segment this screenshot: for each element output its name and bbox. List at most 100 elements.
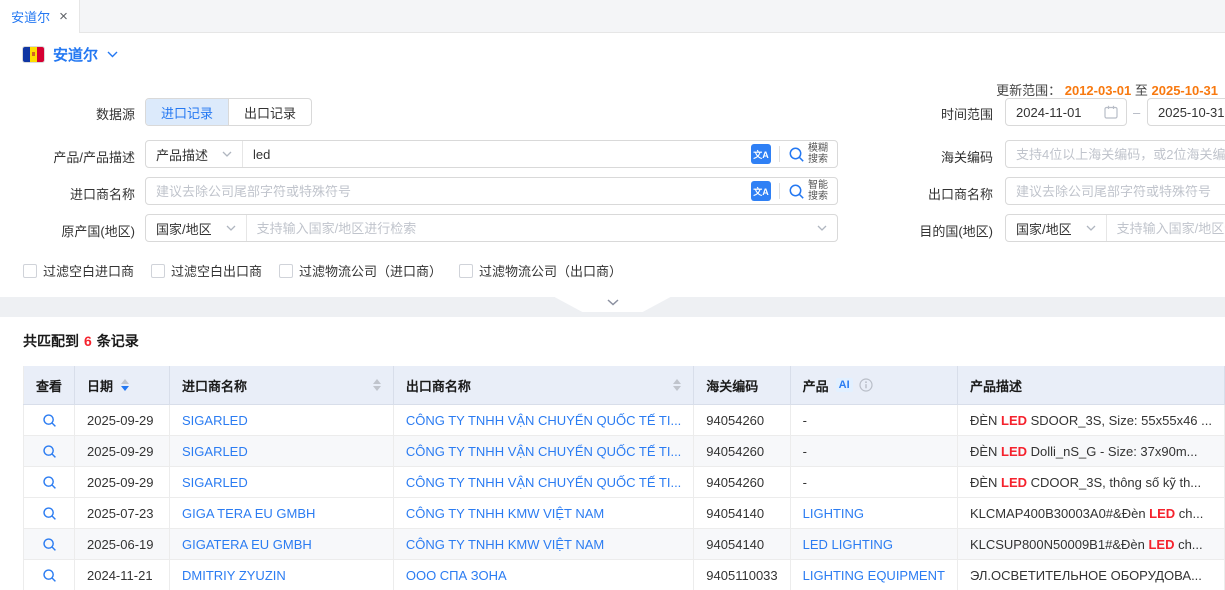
view-record-button[interactable] [42, 475, 57, 490]
cell-date: 2025-06-19 [75, 529, 170, 560]
checkbox-label: 过滤物流公司（出口商） [479, 261, 622, 280]
checkbox-icon[interactable] [151, 264, 165, 278]
import-records-tab[interactable]: 进口记录 [146, 99, 228, 125]
exporter-input[interactable] [1006, 184, 1225, 199]
cell-date: 2025-09-29 [75, 467, 170, 498]
cell-description: KLCMAP400B30003A0#&Đèn LED ch... [957, 498, 1224, 529]
destination-country-input[interactable] [1107, 221, 1225, 236]
importer-link[interactable]: SIGARLED [182, 413, 248, 428]
exporter-link[interactable]: CÔNG TY TNHH VẬN CHUYỂN QUỐC TẾ TI... [406, 475, 681, 490]
importer-link[interactable]: GIGATERA EU GMBH [182, 537, 312, 552]
collapse-panel-button[interactable] [555, 297, 671, 312]
exporter-link[interactable]: CÔNG TY TNHH VẬN CHUYỂN QUỐC TẾ TI... [406, 444, 681, 459]
fuzzy-search-button[interactable]: 模糊搜索 [788, 143, 828, 165]
update-range-sep: 至 [1135, 83, 1148, 98]
col-hs-code: 海关编码 [694, 366, 790, 405]
hs-code-input[interactable] [1006, 147, 1225, 162]
product-type-select[interactable]: 产品描述 [146, 141, 243, 167]
cell-description: ĐÈN LED SDOOR_3S, Size: 55x55x46 ... [957, 405, 1224, 436]
summary-prefix: 共匹配到 [23, 333, 79, 349]
view-record-button[interactable] [42, 413, 57, 428]
importer-input[interactable] [146, 184, 742, 199]
date-range-separator: – [1133, 105, 1140, 120]
checkbox-filter-blank-importer[interactable]: 过滤空白进口商 [23, 261, 134, 280]
view-record-button[interactable] [42, 537, 57, 552]
checkbox-icon[interactable] [459, 264, 473, 278]
checkbox-icon[interactable] [23, 264, 37, 278]
exporter-field[interactable] [1005, 177, 1225, 205]
close-icon[interactable]: × [59, 9, 68, 24]
exporter-link[interactable]: CÔNG TY TNHH KMW VIỆT NAM [406, 537, 604, 552]
tab-andorra[interactable]: 安道尔 × [0, 0, 80, 33]
cell-date: 2025-09-29 [75, 436, 170, 467]
exporter-label: 出口商名称 [858, 184, 993, 203]
date-from-input[interactable] [1006, 105, 1104, 120]
cell-product: - [790, 405, 957, 436]
exporter-link[interactable]: CÔNG TY TNHH KMW VIỆT NAM [406, 506, 604, 521]
info-icon[interactable] [859, 378, 873, 392]
cell-description: ĐÈN LED CDOOR_3S, thông số kỹ th... [957, 467, 1224, 498]
col-exporter[interactable]: 出口商名称 [393, 366, 693, 405]
sort-icon-exporter[interactable] [673, 379, 681, 391]
product-link[interactable]: LIGHTING [803, 506, 864, 521]
view-record-button[interactable] [42, 444, 57, 459]
sort-icon-importer[interactable] [373, 379, 381, 391]
destination-country-label: 目的国(地区) [858, 221, 993, 240]
exporter-link[interactable]: ООО СПА ЗОНА [406, 568, 507, 583]
search-icon [42, 537, 57, 552]
chevron-down-icon[interactable] [817, 225, 827, 231]
cell-product: - [790, 467, 957, 498]
date-to-field[interactable] [1147, 98, 1225, 126]
chevron-down-icon [222, 151, 232, 157]
origin-country-label: 原产国(地区) [0, 221, 135, 240]
col-date[interactable]: 日期 [75, 366, 170, 405]
cell-date: 2025-09-29 [75, 405, 170, 436]
origin-type-select[interactable]: 国家/地区 [146, 215, 247, 241]
cell-product: - [790, 436, 957, 467]
product-link[interactable]: LED LIGHTING [803, 537, 893, 552]
view-record-button[interactable] [42, 568, 57, 583]
importer-link[interactable]: SIGARLED [182, 444, 248, 459]
summary-suffix: 条记录 [97, 333, 139, 349]
cell-hs-code: 94054260 [694, 467, 790, 498]
cell-description: ĐÈN LED Dolli_nS_G - Size: 37x90m... [957, 436, 1224, 467]
importer-link[interactable]: SIGARLED [182, 475, 248, 490]
smart-search-button[interactable]: 智能搜索 [788, 180, 828, 202]
data-source-label: 数据源 [0, 104, 135, 123]
chevron-down-icon [1086, 225, 1096, 231]
product-link[interactable]: LIGHTING EQUIPMENT [803, 568, 945, 583]
checkbox-icon[interactable] [279, 264, 293, 278]
product-type-value: 产品描述 [156, 145, 208, 164]
search-icon [42, 506, 57, 521]
col-importer[interactable]: 进口商名称 [170, 366, 394, 405]
sort-icon-date[interactable] [121, 379, 129, 391]
checkbox-filter-blank-exporter[interactable]: 过滤空白出口商 [151, 261, 262, 280]
update-range: 更新范围： 2012-03-01 至 2025-10-31 [996, 80, 1218, 99]
search-icon [42, 413, 57, 428]
destination-type-select[interactable]: 国家/地区 [1006, 215, 1107, 241]
translate-icon[interactable]: 文A [751, 144, 771, 164]
match-count: 6 [84, 333, 92, 349]
search-icon [42, 475, 57, 490]
table-row: 2025-07-23 GIGA TERA EU GMBH CÔNG TY TNH… [24, 498, 1225, 529]
ai-badge: AI [836, 378, 853, 392]
view-record-button[interactable] [42, 506, 57, 521]
search-icon [788, 146, 805, 163]
translate-icon[interactable]: 文A [751, 181, 771, 201]
hs-code-field[interactable] [1005, 140, 1225, 168]
exporter-link[interactable]: CÔNG TY TNHH VẬN CHUYỂN QUỐC TẾ TI... [406, 413, 681, 428]
importer-label: 进口商名称 [0, 184, 135, 203]
table-row: 2024-11-21 DMITRIY ZYUZIN ООО СПА ЗОНА 9… [24, 560, 1225, 590]
date-from-field[interactable] [1005, 98, 1127, 126]
importer-link[interactable]: DMITRIY ZYUZIN [182, 568, 286, 583]
checkbox-filter-logistics-exporter[interactable]: 过滤物流公司（出口商） [459, 261, 622, 280]
origin-country-input[interactable] [247, 221, 817, 236]
product-search-input[interactable] [243, 147, 742, 162]
cell-hs-code: 94054140 [694, 529, 790, 560]
checkbox-filter-logistics-importer[interactable]: 过滤物流公司（进口商） [279, 261, 442, 280]
export-records-tab[interactable]: 出口记录 [228, 99, 311, 125]
col-view: 查看 [24, 366, 75, 405]
country-header[interactable]: 安道尔 [23, 44, 118, 65]
date-to-input[interactable] [1148, 105, 1225, 120]
importer-link[interactable]: GIGA TERA EU GMBH [182, 506, 315, 521]
